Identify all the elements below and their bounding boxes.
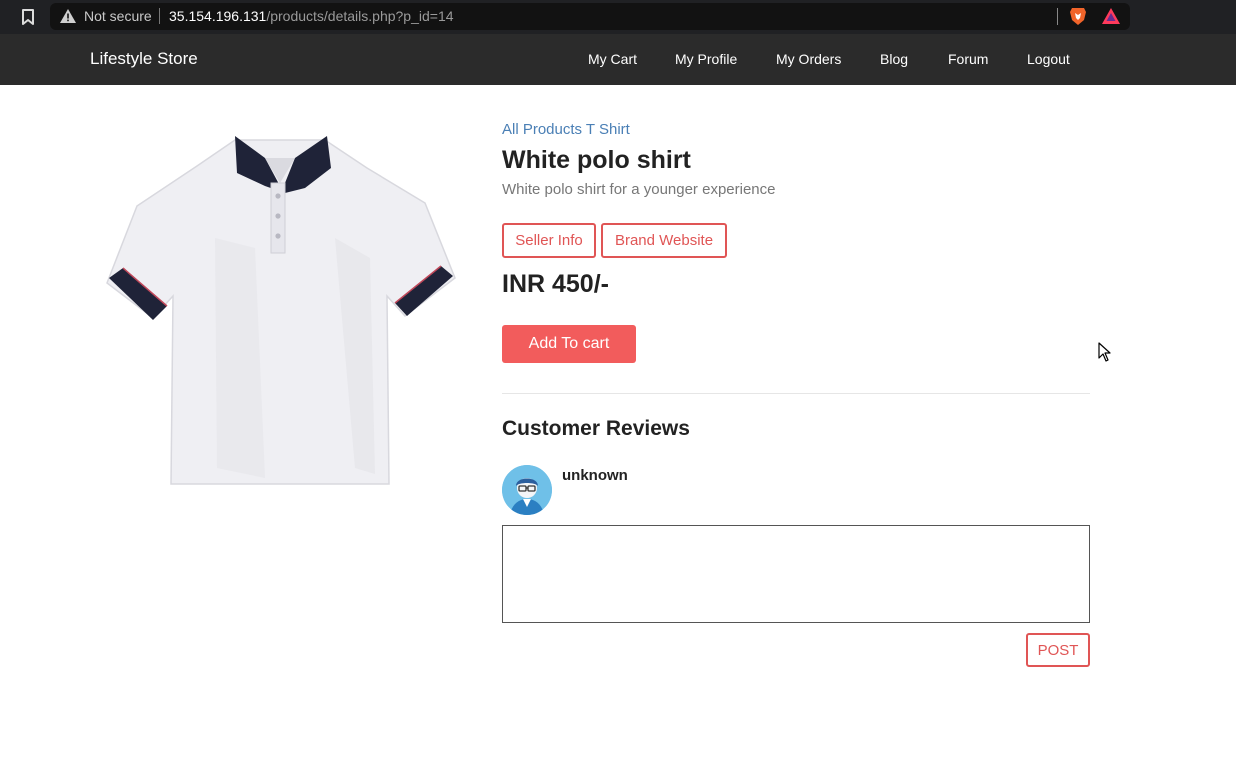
reviewer-name: unknown: [562, 467, 628, 484]
browser-chrome: Not secure 35.154.196.131/products/detai…: [0, 0, 1236, 34]
breadcrumb[interactable]: All Products T Shirt: [502, 121, 630, 138]
mouse-cursor-icon: [1098, 342, 1112, 362]
nav-forum[interactable]: Forum: [948, 51, 988, 67]
warning-icon[interactable]: [60, 9, 76, 23]
review-textarea[interactable]: [502, 525, 1090, 623]
url-divider-right: [1057, 8, 1058, 25]
brave-rewards-icon[interactable]: [1102, 8, 1120, 24]
nav-logout[interactable]: Logout: [1027, 51, 1070, 67]
nav-my-cart[interactable]: My Cart: [588, 51, 637, 67]
nav-blog[interactable]: Blog: [880, 51, 908, 67]
product-price: INR 450/-: [502, 270, 609, 298]
seller-info-button[interactable]: Seller Info: [502, 223, 596, 258]
polo-shirt-image: [105, 128, 465, 498]
reviews-heading: Customer Reviews: [502, 417, 690, 440]
post-review-button[interactable]: POST: [1026, 633, 1090, 667]
section-divider: [502, 393, 1090, 394]
bookmark-icon[interactable]: [20, 8, 36, 26]
avatar: [502, 465, 552, 515]
url-text[interactable]: 35.154.196.131/products/details.php?p_id…: [169, 8, 454, 24]
url-path: /products/details.php?p_id=14: [266, 8, 454, 24]
nav-my-orders[interactable]: My Orders: [776, 51, 841, 67]
address-bar[interactable]: Not secure 35.154.196.131/products/detai…: [50, 3, 1130, 30]
brave-shields-icon[interactable]: [1069, 7, 1087, 26]
product-title: White polo shirt: [502, 146, 691, 174]
add-to-cart-button[interactable]: Add To cart: [502, 325, 636, 363]
site-navbar: Lifestyle Store My Cart My Profile My Or…: [0, 34, 1236, 85]
brand-website-button[interactable]: Brand Website: [601, 223, 727, 258]
url-divider: [159, 8, 160, 24]
product-description: White polo shirt for a younger experienc…: [502, 181, 776, 198]
site-brand[interactable]: Lifestyle Store: [90, 49, 198, 69]
url-host: 35.154.196.131: [169, 8, 267, 24]
nav-my-profile[interactable]: My Profile: [675, 51, 737, 67]
security-label[interactable]: Not secure: [84, 8, 152, 24]
